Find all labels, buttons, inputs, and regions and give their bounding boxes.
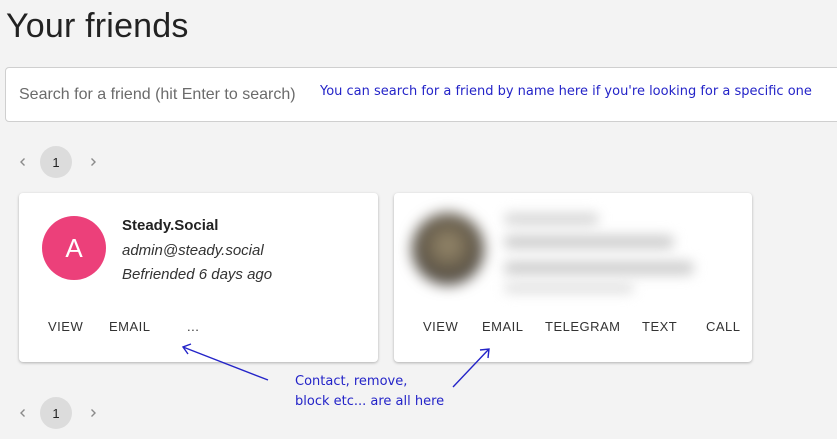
befriended-date: Befriended 6 days ago — [122, 266, 273, 283]
contact-annotation-line-1: Contact, remove, — [295, 374, 408, 389]
page-button[interactable]: 1 — [40, 146, 72, 178]
redacted-email — [504, 235, 674, 249]
call-button[interactable]: CALL — [706, 319, 741, 334]
avatar: A — [42, 216, 106, 280]
friend-email: admin@steady.social — [122, 242, 264, 259]
chevron-left-icon[interactable] — [14, 153, 32, 171]
view-button[interactable]: VIEW — [48, 319, 83, 334]
contact-annotation-line-2: block etc... are all here — [295, 394, 445, 409]
more-actions-button[interactable]: ... — [187, 319, 199, 334]
redacted-avatar — [412, 213, 484, 285]
pagination-top: 1 — [14, 146, 102, 178]
email-button[interactable]: EMAIL — [482, 319, 524, 334]
redacted-name — [504, 213, 599, 225]
email-button[interactable]: EMAIL — [109, 319, 151, 334]
chevron-right-icon[interactable] — [84, 404, 102, 422]
chevron-right-icon[interactable] — [84, 153, 102, 171]
chevron-left-icon[interactable] — [14, 404, 32, 422]
pagination-bottom: 1 — [14, 397, 102, 429]
search-input[interactable] — [19, 82, 309, 108]
contact-annotation: Contact, remove, block etc... are all he… — [295, 372, 444, 412]
text-button[interactable]: TEXT — [642, 319, 677, 334]
redacted-details — [504, 283, 634, 293]
page-button[interactable]: 1 — [40, 397, 72, 429]
search-annotation: You can search for a friend by name here… — [320, 84, 812, 99]
friend-name: Steady.Social — [122, 217, 219, 234]
page-title: Your friends — [6, 7, 189, 45]
telegram-button[interactable]: TELEGRAM — [545, 319, 621, 334]
redacted-details — [504, 261, 694, 275]
friend-card: VIEW EMAIL TELEGRAM TEXT CALL — [394, 193, 752, 362]
view-button[interactable]: VIEW — [423, 319, 458, 334]
friend-card: A Steady.Social admin@steady.social Befr… — [19, 193, 378, 362]
